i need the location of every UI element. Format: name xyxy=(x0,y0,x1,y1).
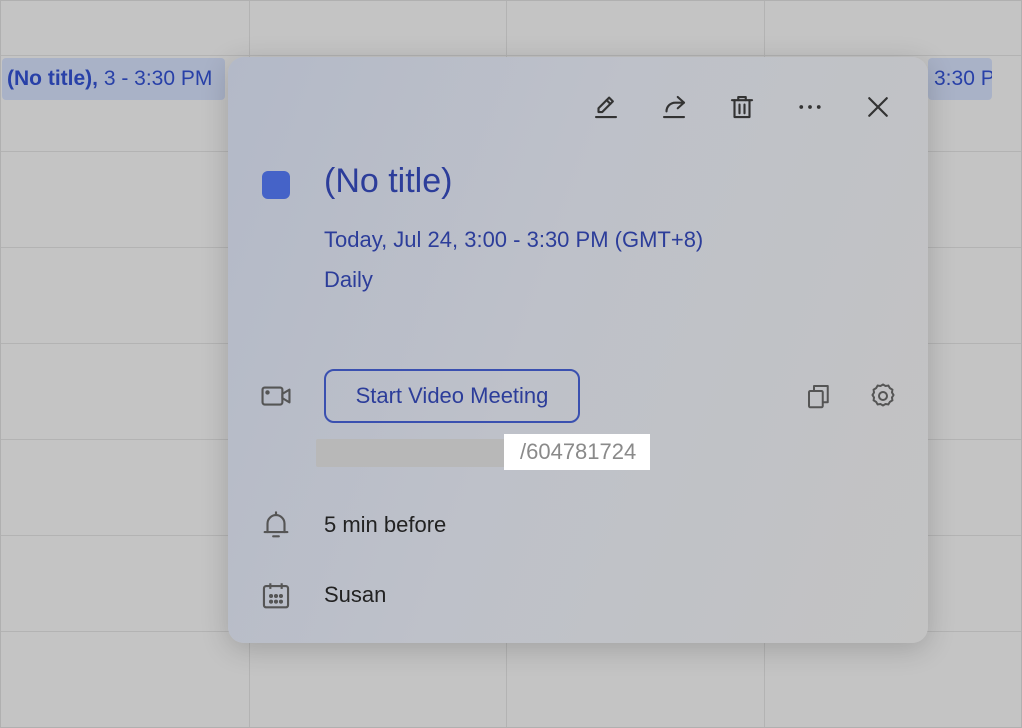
close-button[interactable] xyxy=(860,89,896,125)
start-video-meeting-button[interactable]: Start Video Meeting xyxy=(324,369,580,423)
calendar-icon xyxy=(256,576,296,616)
event-color-indicator xyxy=(262,171,290,199)
event-chip-time: 3 - 3:30 PM xyxy=(97,67,213,90)
bell-icon xyxy=(256,505,296,545)
reminder-text: 5 min before xyxy=(324,512,447,537)
pencil-icon xyxy=(594,96,618,119)
edit-button[interactable] xyxy=(588,89,624,125)
copy-icon xyxy=(808,385,829,409)
delete-button[interactable] xyxy=(724,89,760,125)
more-horizontal-icon xyxy=(799,105,821,109)
calendar-event-chip[interactable]: 3:30 PM xyxy=(928,58,992,100)
close-icon xyxy=(868,97,888,117)
event-title: (No title) xyxy=(324,162,453,200)
trash-icon xyxy=(730,95,754,119)
calendar-owner: Susan xyxy=(324,582,387,607)
calendar-event-chip[interactable]: (No title), 3 - 3:30 PM xyxy=(2,58,225,100)
event-recurrence: Daily xyxy=(324,267,373,292)
share-button[interactable] xyxy=(656,89,692,125)
video-camera-icon xyxy=(256,376,296,416)
gear-icon xyxy=(871,383,895,407)
copy-meeting-link-button[interactable] xyxy=(801,378,837,414)
event-chip-time: 3:30 PM xyxy=(934,67,992,90)
more-options-button[interactable] xyxy=(792,89,828,125)
grid-row-divider xyxy=(1,55,1021,56)
event-datetime: Today, Jul 24, 3:00 - 3:30 PM (GMT+8) xyxy=(324,227,704,252)
event-details-popup: (No title) Today, Jul 24, 3:00 - 3:30 PM… xyxy=(228,57,928,643)
event-chip-title: (No title), xyxy=(7,67,98,90)
meeting-settings-button[interactable] xyxy=(865,378,901,414)
meeting-link-redacted xyxy=(316,439,506,467)
meeting-link[interactable]: /604781724 xyxy=(504,434,651,470)
share-icon xyxy=(662,95,686,119)
